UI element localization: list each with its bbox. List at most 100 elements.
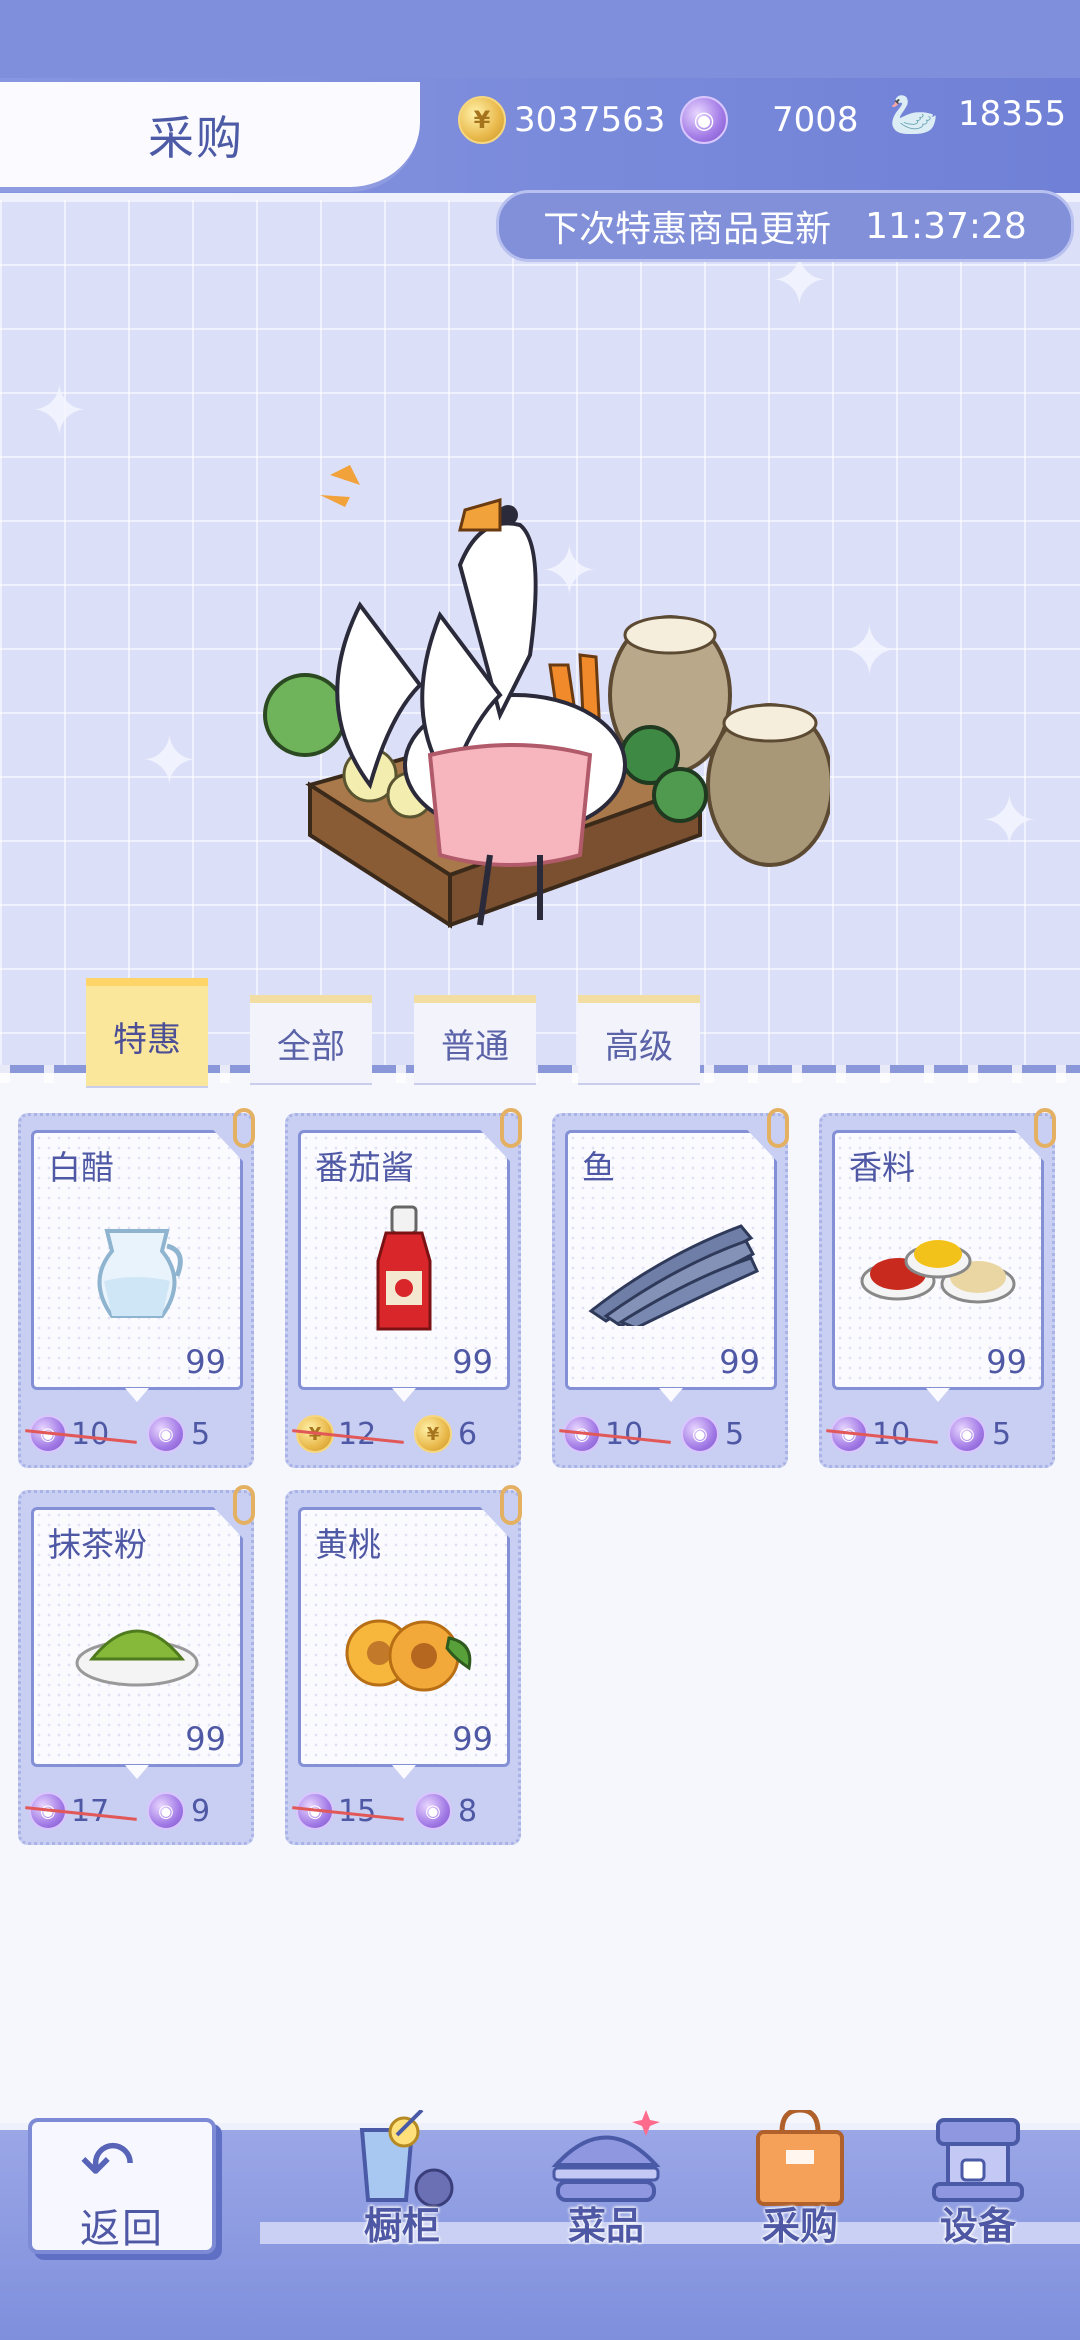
card-pointer: [659, 1388, 683, 1402]
item-name: 鱼: [582, 1148, 615, 1187]
nav-dishes[interactable]: 菜品: [536, 2110, 676, 2248]
sparkle-icon: ✦: [30, 370, 89, 452]
discount-price-value: 6: [458, 1416, 478, 1452]
item-card-face: 鱼 99: [565, 1130, 777, 1390]
nav-purchase-label: 采购: [761, 2204, 838, 2248]
item-quantity: 99: [452, 1343, 493, 1381]
paperclip-icon: [233, 1485, 255, 1525]
sparkle-icon: ✦: [840, 610, 899, 692]
gold-coin-balance[interactable]: ¥ 3037563: [458, 96, 665, 144]
paperclip-icon: [500, 1108, 522, 1148]
yellow-peach-icon: [329, 1598, 479, 1702]
discount-price: ◉ 5: [147, 1415, 210, 1453]
nav-cabinet[interactable]: 橱柜: [332, 2108, 472, 2248]
tab-all[interactable]: 全部: [250, 995, 372, 1083]
return-arrow-icon: ↶: [80, 2126, 136, 2203]
item-name: 香料: [849, 1148, 915, 1187]
paperclip-icon: [1034, 1108, 1056, 1148]
discount-price-value: 8: [458, 1793, 478, 1829]
item-quantity: 99: [185, 1343, 226, 1381]
original-price: ¥ 12: [292, 1415, 414, 1453]
swan-token-add-icon[interactable]: 🦢: [889, 92, 939, 138]
back-button[interactable]: ↶ 返回: [28, 2118, 216, 2254]
discount-price: ◉ 8: [414, 1792, 477, 1830]
original-price: ◉ 17: [25, 1792, 147, 1830]
timer-value: 11:37:28: [865, 205, 1027, 247]
discount-price: ◉ 5: [948, 1415, 1011, 1453]
item-card-ketchup[interactable]: 番茄酱 99 ¥ 12 ¥ 6: [285, 1108, 522, 1468]
swan-token-value: 18355: [958, 94, 1067, 134]
original-price: ◉ 10: [826, 1415, 948, 1453]
price-row: ◉ 15 ◉ 8: [292, 1789, 512, 1833]
item-quantity: 99: [719, 1343, 760, 1381]
purple-gem-value: 7008: [772, 100, 859, 140]
original-price: ◉ 15: [292, 1792, 414, 1830]
item-name: 抹茶粉: [48, 1525, 147, 1564]
purple-gem-icon: ◉: [147, 1415, 185, 1453]
purple-gem-icon: ◉: [680, 96, 728, 144]
discount-price-value: 5: [725, 1416, 745, 1452]
discount-price: ¥ 6: [414, 1415, 477, 1453]
item-card-fish[interactable]: 鱼 99 ◉ 10 ◉ 5: [552, 1108, 789, 1468]
paperclip-icon: [233, 1108, 255, 1148]
original-price: ◉ 10: [559, 1415, 681, 1453]
purple-gem-icon: ◉: [681, 1415, 719, 1453]
item-quantity: 99: [452, 1720, 493, 1758]
back-label: 返回: [80, 2206, 164, 2252]
card-pointer: [926, 1388, 950, 1402]
nav-equipment[interactable]: 设备: [908, 2110, 1048, 2248]
discount-price-value: 5: [992, 1416, 1012, 1452]
nav-equipment-label: 设备: [939, 2204, 1016, 2248]
purple-gem-icon: ◉: [147, 1792, 185, 1830]
card-pointer: [392, 1765, 416, 1779]
gold-coin-icon: ¥: [414, 1415, 452, 1453]
discount-price-value: 9: [191, 1793, 211, 1829]
item-card-spices[interactable]: 香料 99 ◉ 10 ◉ 5: [819, 1108, 1056, 1468]
ketchup-bottle-icon: [364, 1201, 444, 1345]
discount-price-value: 5: [191, 1416, 211, 1452]
fish-icon: [581, 1216, 761, 1330]
item-card-white-vinegar[interactable]: 白醋 99 ◉ 10 ◉ 5: [18, 1108, 255, 1468]
item-quantity: 99: [986, 1343, 1027, 1381]
purple-gem-icon: ◉: [948, 1415, 986, 1453]
matcha-powder-icon: [72, 1603, 202, 1697]
purple-gem-icon: ◉: [414, 1792, 452, 1830]
item-card-face: 黄桃 99: [298, 1507, 510, 1767]
status-bar: [0, 0, 1080, 78]
tab-normal[interactable]: 普通: [414, 995, 536, 1083]
item-card-matcha-powder[interactable]: 抹茶粉 99 ◉ 17 ◉ 9: [18, 1485, 255, 1845]
purple-gem-balance[interactable]: ◉ 7008: [680, 96, 859, 144]
timer-label: 下次特惠商品更新: [543, 209, 832, 250]
item-quantity: 99: [185, 1720, 226, 1758]
item-card-face: 白醋 99: [31, 1130, 243, 1390]
card-pointer: [125, 1388, 149, 1402]
sparkle-icon: ✦: [980, 780, 1039, 862]
gold-coin-icon: ¥: [458, 96, 506, 144]
page-title: 采购: [148, 111, 244, 165]
card-pointer: [392, 1388, 416, 1402]
item-card-face: 抹茶粉 99: [31, 1507, 243, 1767]
item-name: 黄桃: [315, 1525, 381, 1564]
price-row: ◉ 10 ◉ 5: [25, 1412, 245, 1456]
nav-dishes-label: 菜品: [567, 2204, 644, 2248]
tab-premium[interactable]: 高级: [578, 995, 700, 1083]
item-card-face: 番茄酱 99: [298, 1130, 510, 1390]
sparkle-icon: ✦: [140, 720, 199, 802]
nav-purchase[interactable]: 采购: [730, 2107, 870, 2248]
item-card-face: 香料 99: [832, 1130, 1044, 1390]
deal-refresh-timer: 下次特惠商品更新 11:37:28: [496, 190, 1074, 262]
price-row: ¥ 12 ¥ 6: [292, 1412, 512, 1456]
paperclip-icon: [767, 1108, 789, 1148]
discount-price: ◉ 5: [681, 1415, 744, 1453]
goose-with-vegetables-crate-illustration: [263, 465, 830, 929]
paperclip-icon: [500, 1485, 522, 1525]
item-card-yellow-peach[interactable]: 黄桃 99 ◉ 15 ◉ 8: [285, 1485, 522, 1845]
item-name: 白醋: [48, 1148, 114, 1187]
swan-token-balance[interactable]: 🦢 18355: [889, 92, 1067, 138]
tab-special-offer[interactable]: 特惠: [86, 978, 208, 1086]
original-price: ◉ 10: [25, 1415, 147, 1453]
gold-coin-value: 3037563: [514, 100, 666, 140]
vinegar-pitcher-icon: [82, 1211, 192, 1335]
nav-cabinet-label: 橱柜: [363, 2204, 440, 2248]
price-row: ◉ 10 ◉ 5: [826, 1412, 1046, 1456]
